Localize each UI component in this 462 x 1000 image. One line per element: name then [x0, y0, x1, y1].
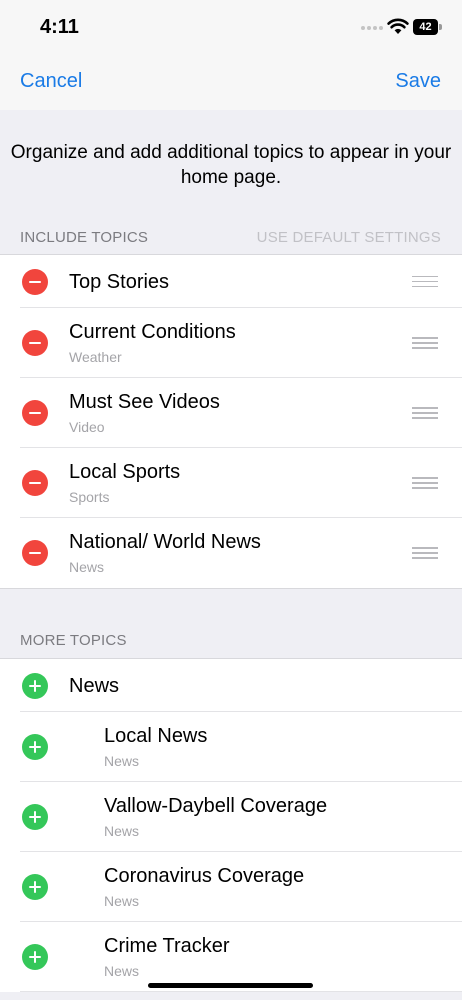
- list-item[interactable]: Local News News: [0, 712, 462, 782]
- topic-subtitle: News: [104, 753, 140, 769]
- cellular-signal-icon: [361, 26, 383, 32]
- topic-subtitle: News: [104, 963, 140, 979]
- wifi-icon: [387, 18, 409, 34]
- list-item[interactable]: Current Conditions Weather: [0, 308, 462, 378]
- minus-circle-icon[interactable]: [22, 400, 48, 426]
- cancel-button[interactable]: Cancel: [20, 70, 82, 93]
- drag-handle-icon[interactable]: [412, 477, 438, 489]
- topic-subtitle: Video: [69, 419, 105, 435]
- more-topics-list: News Local News News Vallow-Daybell Cove…: [0, 658, 462, 992]
- list-item[interactable]: Local Sports Sports: [0, 448, 462, 518]
- battery-icon: 42: [413, 19, 443, 35]
- minus-circle-icon[interactable]: [22, 268, 48, 295]
- topic-title: Top Stories: [69, 271, 170, 293]
- drag-handle-icon[interactable]: [412, 337, 438, 349]
- list-item[interactable]: Crime Tracker News: [0, 922, 462, 992]
- topic-title: Local News: [104, 725, 208, 747]
- plus-circle-icon[interactable]: [22, 672, 48, 699]
- plus-circle-icon[interactable]: [22, 734, 48, 760]
- intro-text: Organize and add additional topics to ap…: [10, 142, 452, 188]
- topic-title: Coronavirus Coverage: [104, 865, 305, 887]
- topic-title: Crime Tracker: [104, 935, 230, 957]
- drag-handle-icon[interactable]: [412, 407, 438, 419]
- minus-circle-icon[interactable]: [22, 330, 48, 356]
- topic-subtitle: Weather: [69, 349, 122, 365]
- topic-subtitle: Sports: [69, 489, 110, 505]
- topic-title: Must See Videos: [69, 391, 220, 413]
- topic-title: Local Sports: [69, 461, 181, 483]
- include-topics-header: INCLUDE TOPICS: [20, 229, 149, 246]
- list-item[interactable]: Coronavirus Coverage News: [0, 852, 462, 922]
- home-indicator[interactable]: [148, 983, 313, 988]
- status-bar: 4:11 42: [0, 0, 462, 56]
- drag-handle-icon[interactable]: [412, 275, 438, 288]
- topic-title: News: [69, 675, 120, 697]
- plus-circle-icon[interactable]: [22, 944, 48, 970]
- status-time: 4:11: [40, 16, 79, 38]
- list-item[interactable]: National/ World News News: [0, 518, 462, 588]
- topic-subtitle: News: [69, 559, 105, 575]
- list-item[interactable]: Top Stories: [0, 255, 462, 308]
- list-item[interactable]: News: [0, 659, 462, 712]
- battery-level: 42: [413, 19, 438, 35]
- list-item[interactable]: Must See Videos Video: [0, 378, 462, 448]
- plus-circle-icon[interactable]: [22, 804, 48, 830]
- list-item[interactable]: Vallow-Daybell Coverage News: [0, 782, 462, 852]
- more-topics-header: MORE TOPICS: [20, 632, 127, 649]
- navigation-bar: Cancel Save: [0, 56, 462, 110]
- save-button[interactable]: Save: [395, 70, 441, 93]
- minus-circle-icon[interactable]: [22, 470, 48, 496]
- use-default-settings-button[interactable]: USE DEFAULT SETTINGS: [257, 229, 441, 246]
- topic-subtitle: News: [104, 893, 140, 909]
- topic-title: Vallow-Daybell Coverage: [104, 795, 328, 817]
- topic-title: National/ World News: [69, 531, 261, 553]
- include-topics-list: Top Stories Current Conditions Weather M…: [0, 254, 462, 589]
- topic-subtitle: News: [104, 823, 140, 839]
- plus-circle-icon[interactable]: [22, 874, 48, 900]
- minus-circle-icon[interactable]: [22, 540, 48, 566]
- topic-title: Current Conditions: [69, 321, 236, 343]
- drag-handle-icon[interactable]: [412, 547, 438, 559]
